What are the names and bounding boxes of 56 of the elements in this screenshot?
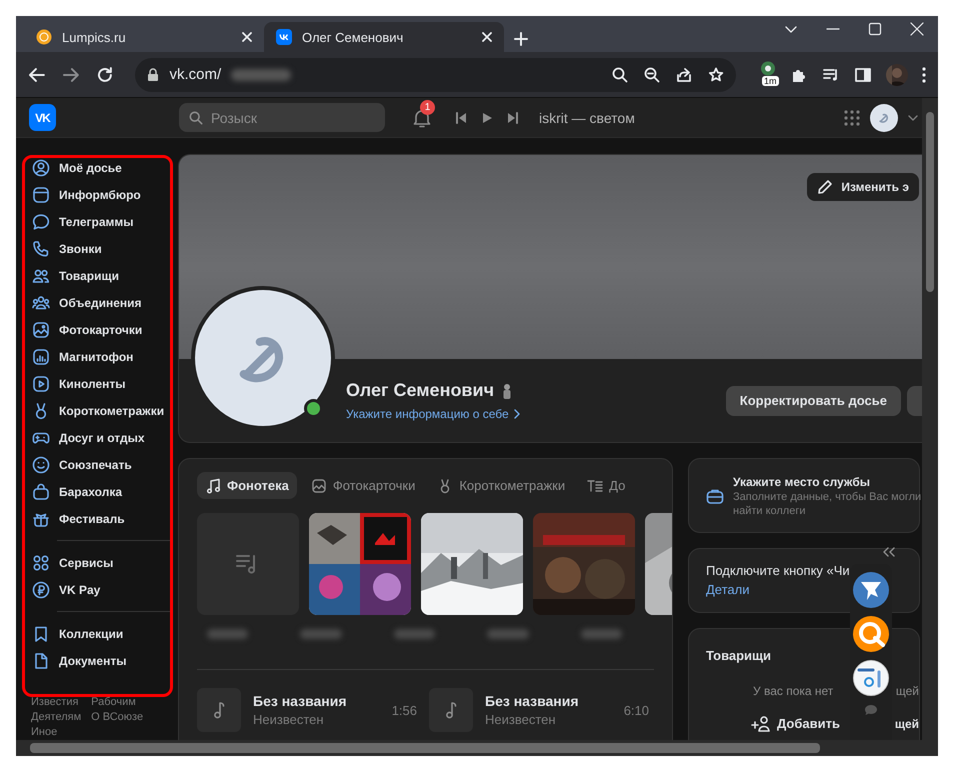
- sidebar-item[interactable]: Короткометражки: [29, 397, 167, 424]
- track-artist: Неизвестен: [253, 712, 325, 727]
- address-bar[interactable]: vk.com/: [135, 58, 736, 92]
- url-text: vk.com/: [169, 66, 222, 83]
- empty-text: щей: [896, 684, 919, 698]
- browser-tab[interactable]: Lumpics.ru: [24, 22, 264, 52]
- footer-link[interactable]: Известия: [31, 696, 82, 708]
- sidebar-item[interactable]: Союзпечать: [29, 451, 167, 478]
- card-text: Заполните данные, чтобы Вас могли: [733, 490, 922, 502]
- browser-tab[interactable]: Олег Семенович: [264, 22, 504, 52]
- card-text: найти коллеги: [733, 504, 806, 516]
- now-playing-text[interactable]: iskrit — светом: [539, 110, 635, 126]
- search-field[interactable]: Розыск: [179, 103, 385, 132]
- sidebar-item[interactable]: Досуг и отдых: [29, 424, 167, 451]
- sidebar-item[interactable]: Информбюро: [29, 181, 167, 208]
- track-artist: Неизвестен: [485, 712, 557, 727]
- content-tab[interactable]: До: [579, 472, 634, 499]
- about-link[interactable]: Укажите информацию о себе: [346, 407, 520, 421]
- sidebar-item[interactable]: Киноленты: [29, 370, 167, 397]
- footer-link[interactable]: Рабочим: [91, 696, 144, 708]
- track-title[interactable]: Без названия: [253, 693, 380, 709]
- extension-badge: 1m: [762, 76, 779, 86]
- card-title: Подключите кнопку «Чи: [706, 563, 851, 578]
- sidebar-item[interactable]: Товарищи: [29, 262, 167, 289]
- sidebar-item[interactable]: Сервисы: [29, 549, 167, 576]
- sidebar-item[interactable]: Магнитофон: [29, 343, 167, 370]
- edit-profile-button[interactable]: Корректировать досье: [726, 386, 901, 416]
- sidebar-item[interactable]: Фестиваль: [29, 505, 167, 532]
- sidebar-item[interactable]: Фотокарточки: [29, 316, 167, 343]
- card-title: Товарищи: [706, 648, 772, 663]
- notification-badge: 1: [420, 100, 435, 114]
- details-link[interactable]: Детали: [706, 582, 750, 597]
- logo[interactable]: VK: [29, 104, 56, 131]
- content-tab[interactable]: Короткометражки: [429, 472, 574, 499]
- profile-name: Олег Семенович: [346, 380, 494, 401]
- sidebar-item[interactable]: Коллекции: [29, 620, 167, 647]
- content-tab[interactable]: Фотокарточки: [302, 472, 424, 499]
- add-friends-button[interactable]: Добавить: [751, 714, 840, 732]
- content-tab[interactable]: Фонотека: [197, 472, 297, 499]
- track-title[interactable]: Без названия: [485, 693, 612, 709]
- footer-link[interactable]: О ВСоюзе: [91, 711, 144, 723]
- footer-link[interactable]: Деятелям: [31, 711, 82, 723]
- footer-link[interactable]: Иное: [31, 726, 82, 738]
- sidebar-item[interactable]: Объединения: [29, 289, 167, 316]
- add-friends-text[interactable]: щей: [894, 717, 919, 731]
- sidebar-item[interactable]: Документы: [29, 647, 167, 674]
- sidebar-item[interactable]: Звонки: [29, 235, 167, 262]
- sidebar-item[interactable]: Барахолка: [29, 478, 167, 505]
- track-duration: 6:10: [624, 702, 649, 718]
- card-title: Укажите место службы: [733, 474, 872, 488]
- sidebar-item[interactable]: Моё досье: [29, 154, 167, 181]
- sidebar-item[interactable]: VK Pay: [29, 576, 167, 603]
- empty-text: У вас пока нет: [753, 684, 834, 698]
- sidebar-item[interactable]: Телеграммы: [29, 208, 167, 235]
- edit-cover-button[interactable]: Изменить э: [807, 173, 919, 201]
- track-duration: 1:56: [392, 702, 417, 718]
